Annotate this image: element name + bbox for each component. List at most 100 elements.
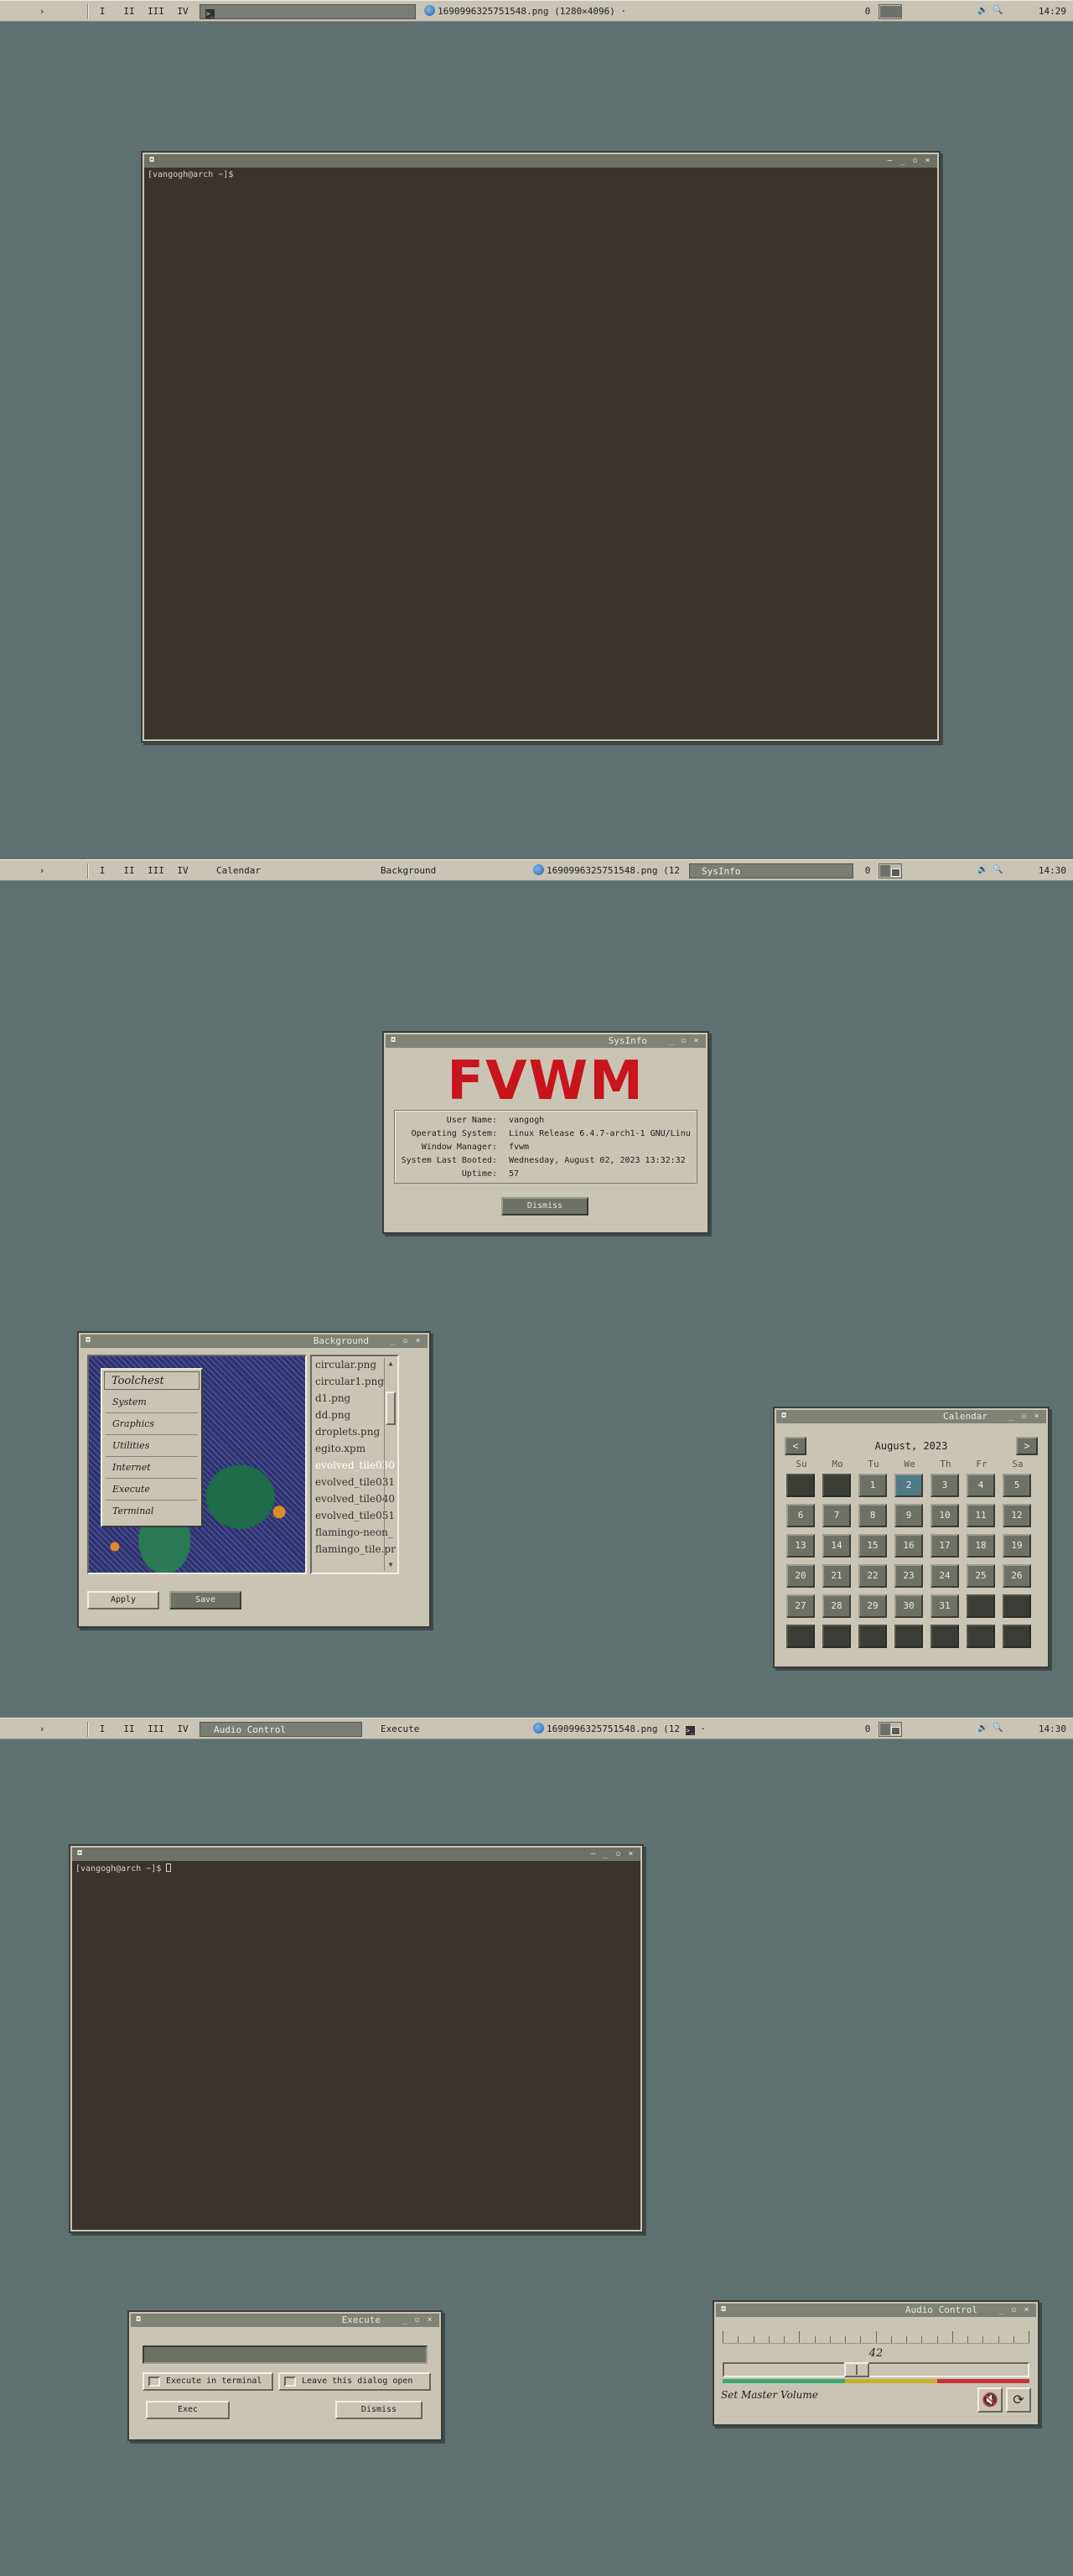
terminal-area[interactable]: [vangogh@arch ~]$ — [144, 168, 937, 739]
calendar-window[interactable]: ◘ Calendar _ ▫ × < August, 2023 > Su Mo Tu We… — [773, 1407, 1050, 1668]
toolchest-item-terminal[interactable]: Terminal — [106, 1502, 198, 1522]
title-bar[interactable]: ◘ Background _ ▫ × — [80, 1335, 428, 1348]
maximize-icon[interactable]: ▫ — [1008, 2304, 1020, 2317]
calendar-day[interactable]: 3 — [930, 1474, 959, 1497]
volume-slider[interactable] — [723, 2362, 1029, 2377]
mute-speaker-icon[interactable]: 🔇 — [977, 2387, 1003, 2413]
save-button[interactable]: Save — [169, 1591, 241, 1609]
desk-2-button[interactable]: II — [121, 863, 137, 879]
title-bar[interactable]: ◘ SysInfo _ ▫ × — [386, 1034, 706, 1048]
taskbar-window-execute[interactable]: Execute — [376, 1722, 526, 1737]
maximize-icon[interactable]: ▫ — [677, 1034, 690, 1048]
taskbar-window-background[interactable]: Background — [376, 863, 526, 879]
dismiss-button[interactable]: Dismiss — [335, 2401, 422, 2419]
calendar-day[interactable]: 28 — [822, 1594, 851, 1618]
prev-month-button[interactable]: < — [785, 1437, 806, 1455]
calendar-day[interactable]: 30 — [894, 1594, 923, 1618]
toolchest-item-execute[interactable]: Execute — [106, 1480, 198, 1501]
calendar-day[interactable]: 5 — [1003, 1474, 1031, 1497]
title-bar[interactable]: ◘ Audio Control _ ▫ × — [716, 2304, 1036, 2317]
start-menu-button[interactable]: › — [34, 863, 50, 879]
file-list[interactable]: circular.png circular1.png d1.png dd.png… — [310, 1355, 399, 1574]
volume-tray-icon[interactable]: 🔊 — [977, 1723, 987, 1735]
execute-window[interactable]: ◘ Execute _ ▫ × Execute in terminal Leave … — [127, 2310, 443, 2441]
minimize-icon[interactable]: _ — [896, 154, 909, 168]
toolchest-item-system[interactable]: System — [106, 1393, 198, 1413]
dismiss-button[interactable]: Dismiss — [501, 1197, 588, 1215]
scroll-thumb[interactable] — [386, 1392, 396, 1425]
pager[interactable] — [879, 863, 902, 879]
terminal-window[interactable]: ◘ – _ ▫ × [vangogh@arch ~]$ — [141, 151, 941, 743]
window-menu-icon[interactable]: ◘ — [148, 156, 156, 164]
calendar-day[interactable]: 23 — [894, 1564, 923, 1588]
taskbar-window-image[interactable]: 1690996325751548.png (12 — [528, 863, 687, 879]
calendar-day[interactable]: 6 — [786, 1504, 815, 1527]
minimize-icon[interactable]: _ — [398, 2314, 411, 2327]
calendar-day[interactable]: 24 — [930, 1564, 959, 1588]
desk-4-button[interactable]: IV — [174, 4, 191, 19]
network-tray-icon[interactable]: 🔍 — [993, 6, 1003, 18]
window-menu-icon[interactable]: ◘ — [134, 2315, 143, 2324]
calendar-day[interactable]: 26 — [1003, 1564, 1031, 1588]
calendar-day[interactable]: 25 — [967, 1564, 995, 1588]
network-tray-icon[interactable]: 🔍 — [993, 865, 1003, 877]
minimize-icon[interactable]: _ — [665, 1034, 677, 1048]
window-menu-icon[interactable]: ◘ — [84, 1336, 92, 1345]
taskbar-window-calendar[interactable]: Calendar — [211, 863, 362, 879]
window-menu-icon[interactable]: ◘ — [389, 1036, 397, 1044]
calendar-day[interactable]: 13 — [786, 1534, 815, 1558]
maximize-icon[interactable]: ▫ — [909, 154, 921, 168]
taskbar-window-image[interactable]: 1690996325751548.png (12 >_ · — [528, 1722, 738, 1737]
close-icon[interactable]: × — [412, 1335, 424, 1348]
maximize-icon[interactable]: ▫ — [612, 1848, 625, 1861]
calendar-day[interactable]: 31 — [930, 1594, 959, 1618]
calendar-day[interactable]: 19 — [1003, 1534, 1031, 1558]
calendar-day[interactable]: 22 — [858, 1564, 887, 1588]
scroll-up-icon[interactable]: ▲ — [386, 1360, 395, 1368]
window-menu-icon[interactable]: ◘ — [75, 1849, 84, 1858]
minimize-icon[interactable]: _ — [386, 1335, 399, 1348]
title-bar[interactable]: ◘ Execute _ ▫ × — [131, 2314, 439, 2327]
desk-2-button[interactable]: II — [121, 4, 137, 19]
taskbar-window-sysinfo[interactable]: SysInfo — [689, 863, 853, 879]
title-bar[interactable]: ◘ – _ ▫ × — [72, 1848, 640, 1861]
stick-icon[interactable]: – — [884, 154, 896, 168]
terminal-area[interactable]: [vangogh@arch ~]$ — [72, 1861, 640, 2230]
network-tray-icon[interactable]: 🔍 — [993, 1723, 1003, 1735]
stick-icon[interactable]: – — [587, 1848, 599, 1861]
calendar-day[interactable]: 10 — [930, 1504, 959, 1527]
minimize-icon[interactable]: _ — [995, 2304, 1008, 2317]
volume-tray-icon[interactable]: 🔊 — [977, 6, 987, 18]
execute-in-terminal-checkbox[interactable]: Execute in terminal — [143, 2372, 273, 2391]
maximize-icon[interactable]: ▫ — [1018, 1410, 1030, 1423]
terminal-window[interactable]: ◘ – _ ▫ × [vangogh@arch ~]$ — [69, 1844, 644, 2233]
desk-1-button[interactable]: I — [94, 1722, 111, 1737]
title-bar[interactable]: ◘ – _ ▫ × — [144, 154, 937, 168]
toolchest-item-internet[interactable]: Internet — [106, 1459, 198, 1479]
minimize-icon[interactable]: _ — [599, 1848, 612, 1861]
desk-1-button[interactable]: I — [94, 863, 111, 879]
calendar-day[interactable]: 11 — [967, 1504, 995, 1527]
start-menu-button[interactable]: › — [34, 4, 50, 19]
desk-3-button[interactable]: III — [146, 863, 166, 879]
calendar-day[interactable]: 16 — [894, 1534, 923, 1558]
desk-3-button[interactable]: III — [146, 4, 166, 19]
background-window[interactable]: ◘ Background _ ▫ × Toolchest System Graphi… — [77, 1331, 431, 1628]
toolchest-menu[interactable]: Toolchest System Graphics Utilities Inte… — [101, 1368, 203, 1527]
window-menu-icon[interactable]: ◘ — [719, 2305, 728, 2314]
pager[interactable] — [879, 4, 902, 19]
apply-button[interactable]: Apply — [87, 1591, 159, 1609]
calendar-day[interactable]: 14 — [822, 1534, 851, 1558]
toolchest-item-utilities[interactable]: Utilities — [106, 1437, 198, 1457]
close-icon[interactable]: × — [690, 1034, 702, 1048]
calendar-day[interactable]: 29 — [858, 1594, 887, 1618]
volume-tray-icon[interactable]: 🔊 — [977, 865, 987, 877]
calendar-day[interactable]: 7 — [822, 1504, 851, 1527]
close-icon[interactable]: × — [1030, 1410, 1043, 1423]
leave-open-checkbox[interactable]: Leave this dialog open — [278, 2372, 431, 2391]
close-icon[interactable]: × — [423, 2314, 436, 2327]
refresh-icon[interactable]: ⟳ — [1006, 2387, 1031, 2413]
maximize-icon[interactable]: ▫ — [399, 1335, 412, 1348]
calendar-day[interactable]: 12 — [1003, 1504, 1031, 1527]
sysinfo-window[interactable]: ◘ SysInfo _ ▫ × FVWM User Name: vangogh Ope… — [382, 1031, 709, 1234]
